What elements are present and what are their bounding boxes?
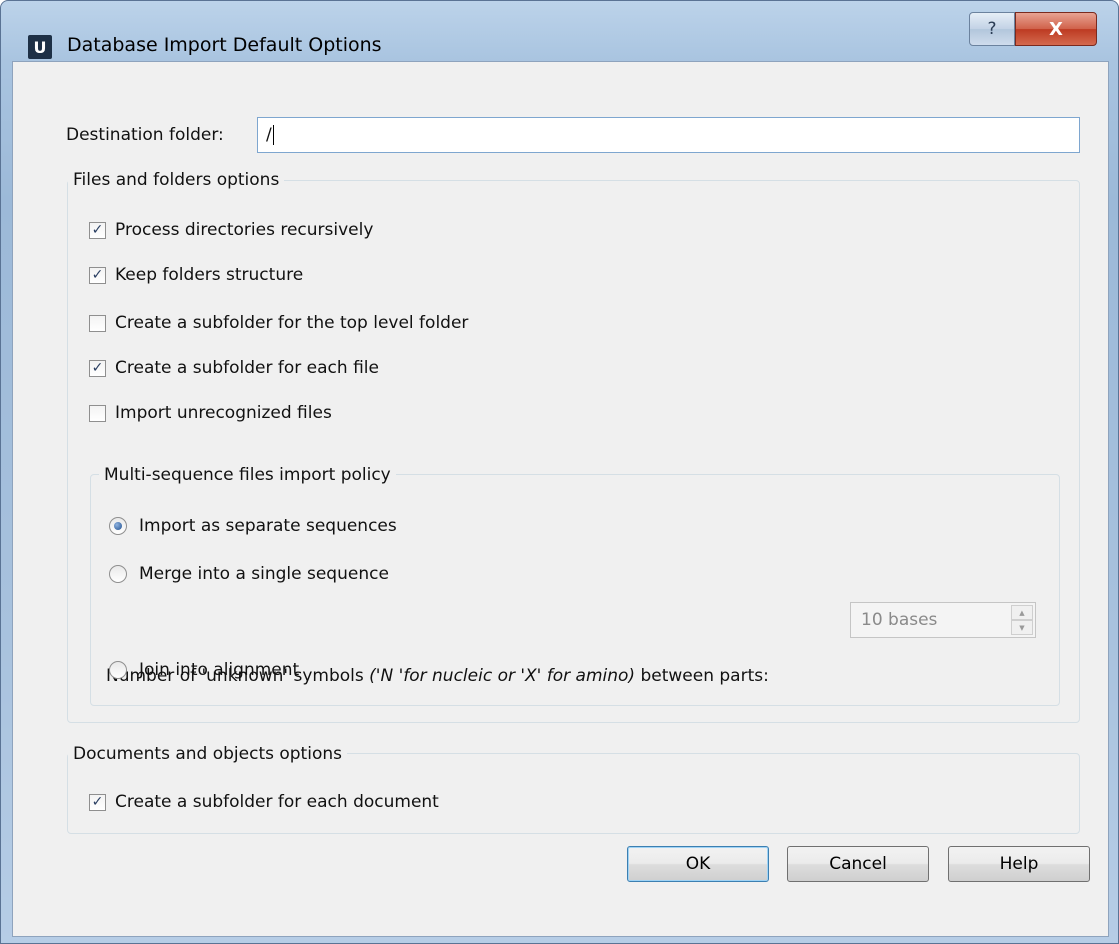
spin-up-icon[interactable]: ▲ [1011,605,1033,620]
checkbox-label: Keep folders structure [115,265,304,285]
checkbox-process-recursively[interactable]: ✓ Process directories recursively [89,220,373,240]
app-logo-icon: U [28,35,52,59]
window-title: Database Import Default Options [67,34,382,56]
checkbox-keep-folders-structure[interactable]: ✓ Keep folders structure [89,265,303,285]
radio-icon [109,565,127,583]
checkbox-icon: ✓ [89,221,106,239]
checkbox-label: Create a subfolder for the top level fol… [115,313,469,333]
files-folders-group-title: Files and folders options [68,170,285,190]
cancel-button[interactable]: Cancel [787,846,929,882]
multi-sequence-group-title: Multi-sequence files import policy [99,465,396,485]
spin-arrows[interactable]: ▲ ▼ [1011,605,1033,635]
radio-label: Merge into a single sequence [139,564,389,584]
dialog-body: Destination folder: / Files and folders … [12,61,1109,937]
checkbox-icon: ✓ [89,359,106,377]
destination-folder-label: Destination folder: [66,125,224,145]
documents-objects-group-title: Documents and objects options [68,744,347,764]
radio-icon [109,517,127,535]
checkbox-label: Create a subfolder for each document [115,792,439,812]
unknown-symbols-spinbox[interactable]: 10 bases ▲ ▼ [850,602,1036,638]
destination-folder-input[interactable]: / [257,117,1080,153]
unknown-symbols-value: 10 bases [861,610,938,630]
checkbox-icon [89,404,106,422]
caption-help-button[interactable]: ? [969,12,1015,46]
dialog-window: U Database Import Default Options ? X De… [0,0,1119,944]
radio-join-alignment[interactable]: Join into alignment [109,660,299,680]
radio-label: Join into alignment [139,660,300,680]
title-bar[interactable]: U Database Import Default Options ? X [1,1,1118,61]
checkbox-icon [89,314,106,332]
close-button[interactable]: X [1015,12,1097,46]
checkbox-subfolder-each-file[interactable]: ✓ Create a subfolder for each file [89,358,379,378]
spin-down-icon[interactable]: ▼ [1011,620,1033,635]
checkbox-label: Create a subfolder for each file [115,358,379,378]
radio-merge-single[interactable]: Merge into a single sequence [109,564,389,584]
destination-folder-value: / [266,125,272,145]
text-caret [272,125,274,145]
checkbox-icon: ✓ [89,793,106,811]
checkbox-subfolder-each-document[interactable]: ✓ Create a subfolder for each document [89,792,439,812]
checkbox-import-unrecognized[interactable]: Import unrecognized files [89,403,332,423]
ok-button[interactable]: OK [627,846,769,882]
unknown-symbols-hint: ('N 'for nucleic or 'X' for amino) [369,666,636,686]
radio-import-separate[interactable]: Import as separate sequences [109,516,397,536]
checkbox-label: Import unrecognized files [115,403,332,423]
radio-label: Import as separate sequences [139,516,397,536]
radio-icon [109,661,127,679]
checkbox-subfolder-top-level[interactable]: Create a subfolder for the top level fol… [89,313,468,333]
help-button[interactable]: Help [948,846,1090,882]
checkbox-icon: ✓ [89,266,106,284]
checkbox-label: Process directories recursively [115,220,374,240]
